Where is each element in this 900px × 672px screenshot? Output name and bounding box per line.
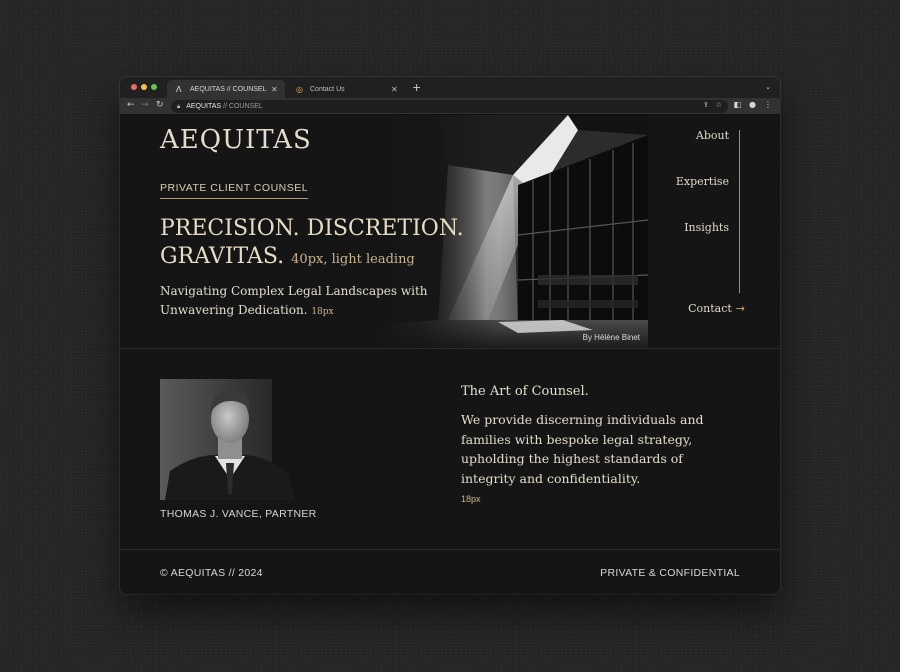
headline-size-note: 40px, light leading — [291, 252, 415, 267]
subhead-text: Navigating Complex Legal Landscapes with… — [160, 284, 428, 317]
about-body: We provide discerning individuals and fa… — [461, 412, 704, 486]
nav-link-about[interactable]: About — [696, 129, 729, 142]
forward-arrow-icon[interactable]: → — [141, 100, 149, 110]
nav-link-insights[interactable]: Insights — [684, 221, 729, 234]
star-icon[interactable]: ☆ — [716, 101, 722, 109]
tab-aequitas[interactable]: Λ AEQUITAS // COUNSEL ✕ — [167, 80, 285, 98]
profile-icon[interactable]: ● — [749, 100, 756, 109]
close-window-button[interactable] — [131, 84, 137, 90]
lock-icon[interactable]: 🔒︎ — [177, 103, 180, 111]
nav-rail-line — [739, 130, 740, 293]
close-icon[interactable]: ✕ — [391, 85, 405, 94]
more-menu-icon[interactable]: ⋮ — [764, 100, 772, 109]
footer-confidential: PRIVATE & CONFIDENTIAL — [600, 567, 740, 579]
close-icon[interactable]: ✕ — [271, 85, 285, 94]
portrait-photo — [160, 379, 300, 500]
url-path: // COUNSEL — [223, 103, 263, 110]
nav-link-expertise[interactable]: Expertise — [676, 175, 729, 188]
eyebrow-label: PRIVATE CLIENT COUNSEL — [160, 182, 309, 199]
nav-link-contact[interactable]: Contact → — [688, 302, 745, 315]
sidebar-icon[interactable]: ◧ — [733, 100, 741, 109]
web-page: By Hélène Binet AEQUITAS PRIVATE CLIENT … — [120, 115, 780, 594]
chevron-down-icon[interactable]: ⌄ — [765, 83, 771, 91]
tab-label: Contact Us — [310, 85, 345, 93]
brand-logo[interactable]: AEQUITAS — [160, 125, 312, 155]
section-divider — [120, 348, 780, 349]
contact-label: Contact — [688, 302, 732, 315]
back-arrow-icon[interactable]: ← — [127, 100, 135, 110]
about-title: The Art of Counsel. — [461, 384, 589, 399]
arrow-right-icon: → — [735, 302, 745, 315]
subhead-size-note: 18px — [311, 307, 334, 317]
photo-credit: By Hélène Binet — [582, 333, 640, 342]
globe-icon: ◎ — [296, 84, 303, 94]
about-size-note: 18px — [461, 494, 481, 504]
url-host: AEQUITAS — [186, 103, 222, 110]
portrait-caption: THOMAS J. VANCE, PARTNER — [160, 508, 317, 520]
browser-window: Λ AEQUITAS // COUNSEL ✕ ◎ Contact Us ✕ +… — [120, 77, 780, 594]
tab-label: AEQUITAS // COUNSEL — [190, 85, 267, 93]
hero-subhead: Navigating Complex Legal Landscapes with… — [160, 282, 450, 322]
footer-copyright: © AEQUITAS // 2024 — [160, 567, 263, 579]
partner-portrait — [160, 379, 300, 500]
lambda-icon: Λ — [176, 84, 182, 94]
maximize-window-button[interactable] — [151, 84, 157, 90]
tab-contact-us[interactable]: ◎ Contact Us ✕ — [287, 80, 405, 98]
footer-divider — [120, 549, 780, 550]
new-tab-icon[interactable]: + — [412, 81, 421, 94]
tab-strip: Λ AEQUITAS // COUNSEL ✕ ◎ Contact Us ✕ +… — [120, 77, 780, 98]
minimize-window-button[interactable] — [141, 84, 147, 90]
share-icon[interactable]: ⇪ — [703, 101, 709, 109]
browser-toolbar: ← → ↻ 🔒︎ AEQUITAS // COUNSEL ⇪ ☆ ◧ ● ⋮ — [120, 98, 780, 115]
address-bar[interactable]: 🔒︎ AEQUITAS // COUNSEL ⇪ ☆ — [171, 100, 728, 113]
hero-headline: PRECISION. DISCRETION. GRAVITAS. 40px, l… — [160, 215, 500, 274]
reload-icon[interactable]: ↻ — [156, 100, 164, 110]
